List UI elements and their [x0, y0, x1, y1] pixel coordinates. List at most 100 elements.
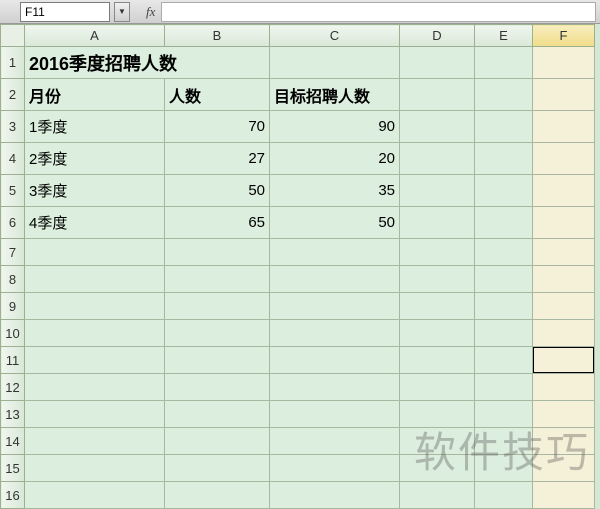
cell[interactable]: [400, 175, 475, 207]
cell[interactable]: [270, 455, 400, 482]
cell[interactable]: [533, 239, 595, 266]
cell[interactable]: [400, 347, 475, 374]
col-header-D[interactable]: D: [400, 25, 475, 47]
cell[interactable]: [533, 111, 595, 143]
cell[interactable]: [270, 239, 400, 266]
col-header-F[interactable]: F: [533, 25, 595, 47]
cell[interactable]: [400, 374, 475, 401]
cell-count[interactable]: 50: [165, 175, 270, 207]
cell[interactable]: [400, 293, 475, 320]
cell[interactable]: [400, 401, 475, 428]
name-box[interactable]: F11: [20, 2, 110, 22]
cell[interactable]: [533, 455, 595, 482]
cell[interactable]: [270, 293, 400, 320]
cell-target[interactable]: 90: [270, 111, 400, 143]
cell[interactable]: [475, 239, 533, 266]
cell[interactable]: [400, 320, 475, 347]
cell[interactable]: [25, 482, 165, 509]
cell-target[interactable]: 20: [270, 143, 400, 175]
cell[interactable]: [475, 175, 533, 207]
cell-count[interactable]: 70: [165, 111, 270, 143]
col-header-E[interactable]: E: [475, 25, 533, 47]
cell[interactable]: [400, 207, 475, 239]
cell-month[interactable]: 1季度: [25, 111, 165, 143]
cell[interactable]: [400, 239, 475, 266]
cell[interactable]: [25, 239, 165, 266]
cell[interactable]: [475, 428, 533, 455]
name-box-dropdown[interactable]: ▼: [114, 2, 130, 22]
cell[interactable]: [165, 374, 270, 401]
cell[interactable]: [475, 293, 533, 320]
cell[interactable]: [270, 266, 400, 293]
cell[interactable]: [270, 47, 400, 79]
cell[interactable]: [270, 374, 400, 401]
cell[interactable]: [25, 293, 165, 320]
header-count[interactable]: 人数: [165, 79, 270, 111]
cell[interactable]: [475, 482, 533, 509]
title-cell[interactable]: 2016季度招聘人数: [25, 47, 270, 79]
header-target[interactable]: 目标招聘人数: [270, 79, 400, 111]
row-header-12[interactable]: 12: [1, 374, 25, 401]
cell[interactable]: [400, 428, 475, 455]
cell[interactable]: [25, 455, 165, 482]
cell[interactable]: [165, 455, 270, 482]
cell[interactable]: [25, 347, 165, 374]
cell-count[interactable]: 65: [165, 207, 270, 239]
cell[interactable]: [533, 175, 595, 207]
row-header-4[interactable]: 4: [1, 143, 25, 175]
cell[interactable]: [533, 207, 595, 239]
cell[interactable]: [475, 111, 533, 143]
row-header-9[interactable]: 9: [1, 293, 25, 320]
cell[interactable]: [533, 143, 595, 175]
cell-target[interactable]: 35: [270, 175, 400, 207]
col-header-A[interactable]: A: [25, 25, 165, 47]
cell[interactable]: [400, 47, 475, 79]
cell[interactable]: [400, 266, 475, 293]
row-header-8[interactable]: 8: [1, 266, 25, 293]
cell[interactable]: [165, 320, 270, 347]
cell[interactable]: [475, 320, 533, 347]
cell[interactable]: [475, 47, 533, 79]
cell[interactable]: [475, 143, 533, 175]
cell[interactable]: [25, 428, 165, 455]
cell[interactable]: [270, 482, 400, 509]
row-header-3[interactable]: 3: [1, 111, 25, 143]
cell[interactable]: [475, 347, 533, 374]
cell[interactable]: [533, 293, 595, 320]
cell[interactable]: [165, 293, 270, 320]
cell[interactable]: [475, 374, 533, 401]
cell[interactable]: [25, 374, 165, 401]
cell[interactable]: [475, 79, 533, 111]
cell[interactable]: [533, 320, 595, 347]
row-header-13[interactable]: 13: [1, 401, 25, 428]
cell[interactable]: [165, 239, 270, 266]
header-month[interactable]: 月份: [25, 79, 165, 111]
row-header-16[interactable]: 16: [1, 482, 25, 509]
cell[interactable]: [165, 266, 270, 293]
row-header-5[interactable]: 5: [1, 175, 25, 207]
cell[interactable]: [400, 111, 475, 143]
cell[interactable]: [25, 320, 165, 347]
cell[interactable]: [270, 401, 400, 428]
cell[interactable]: [270, 320, 400, 347]
cell[interactable]: [400, 482, 475, 509]
cell[interactable]: [25, 266, 165, 293]
col-header-B[interactable]: B: [165, 25, 270, 47]
cell-month[interactable]: 4季度: [25, 207, 165, 239]
cell[interactable]: [165, 347, 270, 374]
col-header-C[interactable]: C: [270, 25, 400, 47]
row-header-1[interactable]: 1: [1, 47, 25, 79]
selected-cell[interactable]: [533, 347, 595, 374]
formula-input[interactable]: [161, 2, 596, 22]
cell-target[interactable]: 50: [270, 207, 400, 239]
cell[interactable]: [533, 482, 595, 509]
cell[interactable]: [475, 401, 533, 428]
row-header-11[interactable]: 11: [1, 347, 25, 374]
cell[interactable]: [533, 374, 595, 401]
row-header-6[interactable]: 6: [1, 207, 25, 239]
row-header-14[interactable]: 14: [1, 428, 25, 455]
row-header-10[interactable]: 10: [1, 320, 25, 347]
cell[interactable]: [25, 401, 165, 428]
cell[interactable]: [165, 401, 270, 428]
cell[interactable]: [165, 482, 270, 509]
